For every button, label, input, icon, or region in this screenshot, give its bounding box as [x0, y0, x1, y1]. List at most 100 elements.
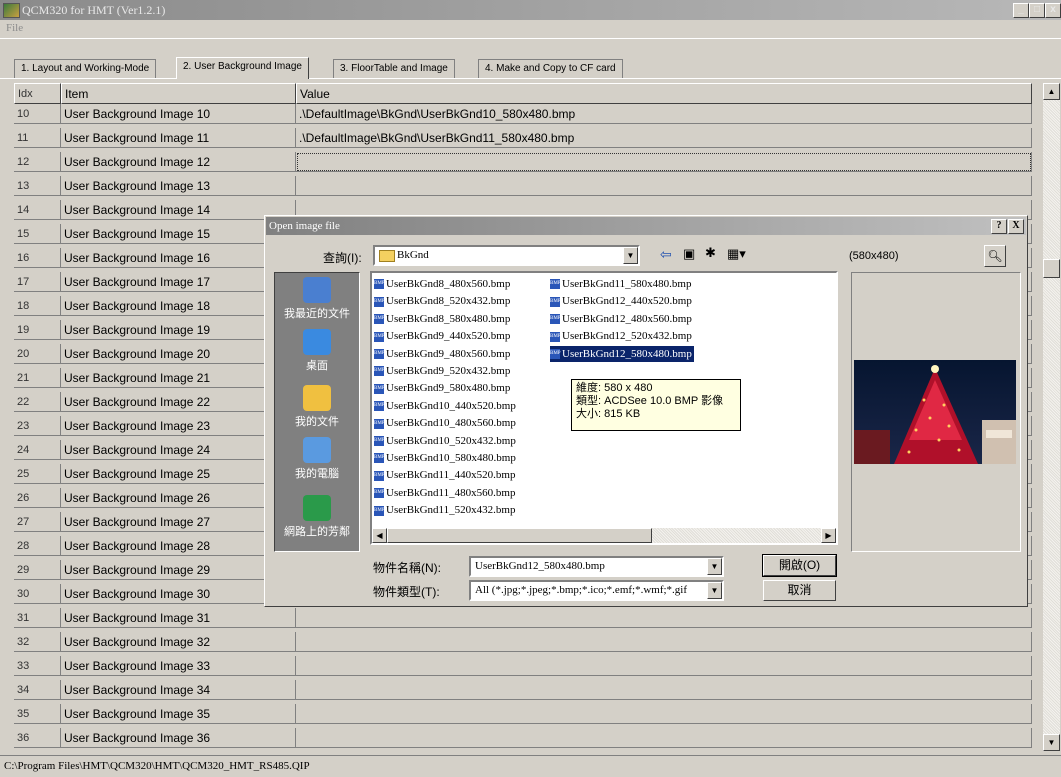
row-value[interactable]: .\DefaultImage\BkGnd\UserBkGnd11_580x480… — [296, 128, 1032, 148]
table-row[interactable]: 11 User Background Image 11 .\DefaultImage… — [14, 128, 1032, 149]
scroll-left-icon[interactable]: ◀ — [372, 528, 387, 543]
row-value[interactable] — [296, 728, 1032, 748]
scroll-up-icon[interactable]: ▲ — [1043, 83, 1060, 100]
grid-header: Idx Item Value — [14, 83, 1032, 104]
tab-floortable-image[interactable]: 3. FloorTable and Image — [333, 59, 455, 78]
view-menu-icon[interactable]: ▦▾ — [727, 246, 746, 262]
maximize-button[interactable]: □ — [1029, 3, 1045, 18]
file-item[interactable]: BMPUserBkGnd9_580x480.bmp — [374, 380, 512, 396]
header-value[interactable]: Value — [296, 83, 1032, 104]
row-idx: 30 — [14, 584, 61, 604]
file-list-hscrollbar[interactable]: ◀ ▶ — [372, 528, 836, 543]
file-item[interactable]: BMPUserBkGnd12_480x560.bmp — [550, 311, 694, 327]
hscroll-thumb[interactable] — [387, 528, 652, 543]
scroll-thumb[interactable] — [1043, 259, 1060, 278]
header-idx[interactable]: Idx — [14, 83, 61, 104]
file-item[interactable]: BMPUserBkGnd12_440x520.bmp — [550, 293, 694, 309]
dialog-close-button[interactable]: X — [1008, 219, 1024, 234]
row-value[interactable] — [296, 176, 1032, 196]
menu-bar: File — [0, 20, 1061, 38]
bmp-file-icon: BMP — [550, 331, 561, 342]
dialog-title: Open image file — [269, 220, 340, 232]
file-item[interactable]: BMPUserBkGnd8_480x560.bmp — [374, 276, 512, 292]
row-value[interactable] — [296, 632, 1032, 652]
lookin-combo[interactable]: BkGnd ▼ — [373, 245, 640, 266]
file-item[interactable]: BMPUserBkGnd11_580x480.bmp — [550, 276, 693, 292]
file-item[interactable]: BMPUserBkGnd9_520x432.bmp — [374, 363, 512, 379]
row-idx: 18 — [14, 296, 61, 316]
file-item[interactable]: BMPUserBkGnd9_440x520.bmp — [374, 328, 512, 344]
file-item[interactable]: BMPUserBkGnd10_580x480.bmp — [374, 450, 518, 466]
back-icon[interactable]: ⇦ — [660, 246, 672, 263]
vertical-scrollbar[interactable]: ▲ ▼ — [1043, 83, 1060, 751]
table-row[interactable]: 32 User Background Image 32 — [14, 632, 1032, 653]
table-row[interactable]: 35 User Background Image 35 — [14, 704, 1032, 725]
row-item: User Background Image 26 — [61, 488, 296, 508]
filename-combo[interactable]: UserBkGnd12_580x480.bmp ▼ — [469, 556, 724, 577]
open-button[interactable]: 開啟(O) — [762, 554, 837, 577]
row-idx: 36 — [14, 728, 61, 748]
table-row[interactable]: 10 User Background Image 10 .\DefaultImage… — [14, 104, 1032, 125]
row-value[interactable] — [296, 656, 1032, 676]
row-item: User Background Image 24 — [61, 440, 296, 460]
row-value[interactable] — [296, 680, 1032, 700]
table-row[interactable]: 33 User Background Image 33 — [14, 656, 1032, 677]
table-row[interactable]: 31 User Background Image 31 — [14, 608, 1032, 629]
header-item[interactable]: Item — [61, 83, 296, 104]
help-button[interactable]: ? — [991, 219, 1007, 234]
new-folder-icon[interactable]: ✱ — [705, 245, 716, 261]
filetype-label: 物件類型(T): — [373, 585, 440, 599]
bmp-file-icon: BMP — [374, 418, 385, 429]
row-value[interactable] — [296, 608, 1032, 628]
file-item[interactable]: BMPUserBkGnd11_480x560.bmp — [374, 485, 517, 501]
tab-layout-working-mode[interactable]: 1. Layout and Working-Mode — [14, 59, 157, 78]
filetype-combo[interactable]: All (*.jpg;*.jpeg;*.bmp;*.ico;*.emf;*.wm… — [469, 580, 724, 601]
file-name: UserBkGnd9_480x560.bmp — [386, 347, 511, 360]
open-image-dialog[interactable]: Open image file ? X 查詢(I): BkGnd ▼ ⇦ ▣ ✱… — [264, 215, 1028, 607]
table-row[interactable]: 12 User Background Image 12 — [14, 152, 1032, 173]
cancel-button[interactable]: 取消 — [763, 580, 836, 601]
place-item[interactable]: 我的文件 — [275, 385, 359, 429]
scroll-right-icon[interactable]: ▶ — [821, 528, 836, 543]
place-item[interactable]: 網路上的芳鄰 — [275, 495, 359, 539]
close-button[interactable]: x — [1045, 3, 1061, 18]
filename-dropdown-icon[interactable]: ▼ — [707, 558, 722, 575]
minimize-button[interactable]: _ — [1013, 3, 1029, 18]
menu-file[interactable]: File — [6, 22, 23, 34]
table-row[interactable]: 36 User Background Image 36 — [14, 728, 1032, 749]
title-bar[interactable]: QCM320 for HMT (Ver1.2.1) _ □ x — [0, 0, 1061, 20]
row-value[interactable] — [296, 152, 1032, 172]
tab-make-copy-cf-card[interactable]: 4. Make and Copy to CF card — [478, 59, 623, 78]
file-name: UserBkGnd9_440x520.bmp — [386, 330, 511, 343]
table-row[interactable]: 34 User Background Image 34 — [14, 680, 1032, 701]
desktop-icon — [303, 329, 331, 355]
place-item[interactable]: 我最近的文件 — [275, 277, 359, 321]
up-folder-icon[interactable]: ▣ — [683, 246, 695, 262]
chevron-down-icon[interactable]: ▼ — [623, 247, 638, 264]
bmp-file-icon: BMP — [374, 488, 385, 499]
tab-user-background-image[interactable]: 2. User Background Image — [176, 57, 309, 79]
file-item[interactable]: BMPUserBkGnd12_580x480.bmp — [550, 345, 694, 362]
dialog-title-bar[interactable]: Open image file ? X — [266, 217, 1026, 235]
tooltip-type: 類型: ACDSee 10.0 BMP 影像 — [576, 395, 724, 407]
row-value[interactable] — [296, 704, 1032, 724]
file-item[interactable]: BMPUserBkGnd11_440x520.bmp — [374, 467, 517, 483]
file-item[interactable]: BMPUserBkGnd12_520x432.bmp — [550, 328, 694, 344]
file-item[interactable]: BMPUserBkGnd10_480x560.bmp — [374, 415, 518, 431]
file-item[interactable]: BMPUserBkGnd10_440x520.bmp — [374, 398, 518, 414]
file-item[interactable]: BMPUserBkGnd9_480x560.bmp — [374, 346, 512, 362]
file-item[interactable]: BMPUserBkGnd8_580x480.bmp — [374, 311, 512, 327]
preview-toggle-icon[interactable]: 🔍︎ — [984, 245, 1006, 267]
place-item[interactable]: 我的電腦 — [275, 437, 359, 481]
row-value[interactable]: .\DefaultImage\BkGnd\UserBkGnd10_580x480… — [296, 104, 1032, 124]
place-item[interactable]: 桌面 — [275, 329, 359, 373]
row-item: User Background Image 36 — [61, 728, 296, 748]
file-name: UserBkGnd8_480x560.bmp — [386, 278, 511, 290]
file-item[interactable]: BMPUserBkGnd10_520x432.bmp — [374, 433, 518, 449]
table-row[interactable]: 13 User Background Image 13 — [14, 176, 1032, 197]
scroll-down-icon[interactable]: ▼ — [1043, 734, 1060, 751]
file-item[interactable]: BMPUserBkGnd11_520x432.bmp — [374, 502, 517, 518]
filetype-dropdown-icon[interactable]: ▼ — [707, 582, 722, 599]
file-item[interactable]: BMPUserBkGnd8_520x432.bmp — [374, 293, 512, 309]
file-name: UserBkGnd12_520x432.bmp — [562, 330, 692, 343]
